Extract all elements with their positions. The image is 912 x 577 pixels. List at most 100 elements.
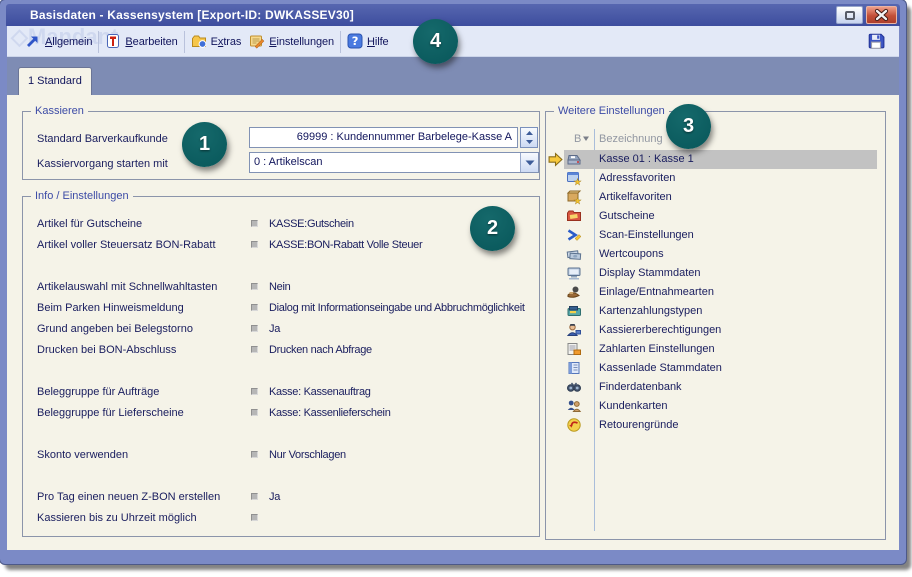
info-row-group: Skonto verwendenNur Vorschlagen [37,444,531,465]
callout-2: 2 [470,206,515,251]
bullet-icon [251,304,258,311]
callout-4: 4 [413,19,458,64]
list-item-label: Scan-Einstellungen [599,226,694,245]
list-item[interactable]: ★Adressfavoriten [564,169,877,188]
tab-bar: 1 Standard [7,57,899,95]
spinner-arrows-icon [525,130,534,145]
close-button[interactable] [866,6,897,24]
window-body: ◇Mandant AllgemeinBearbeitenExtrasEinste… [7,26,899,550]
cashier-permissions-icon [566,322,582,338]
dropdown-button[interactable] [520,153,538,172]
info-row: Kassieren bis zu Uhrzeit möglich [37,507,531,528]
list-item[interactable]: Display Stammdaten [564,264,877,283]
column-header-bezeichnung[interactable]: Bezeichnung [599,133,663,145]
list-item[interactable]: Kassiererberechtigungen [564,321,877,340]
field-label: Standard Barverkaufkunde [37,133,168,145]
list-item[interactable]: Kundenkarten [564,397,877,416]
column-header-b[interactable]: B [574,133,590,145]
address-favorites-icon: ★ [566,170,582,186]
app-window: Basisdaten - Kassensystem [Export-ID: DW… [0,0,906,564]
toolbar-button-extras[interactable]: Extras [187,30,246,54]
list-item[interactable]: ★ Artikelfavoriten [564,188,877,207]
list-item-label: Einlage/Entnahmearten [599,283,714,302]
bullet-icon [251,241,258,248]
standard-barverkaufkunde-input[interactable]: 69999 : Kundennummer Barbelege-Kasse A [249,127,518,148]
settings-note-icon [249,33,265,52]
list-item[interactable]: Kartenzahlungstypen [564,302,877,321]
folder-icon [191,33,207,52]
list-item[interactable]: Zahlarten Einstellungen [564,340,877,359]
list-item-label: Gutscheine [599,207,655,226]
bullet-icon [251,409,258,416]
window-title: Basisdaten - Kassensystem [Export-ID: DW… [30,8,354,22]
info-label: Pro Tag einen neuen Z-BON erstellen [37,491,251,503]
field-label: Kassiervorgang starten mit [37,158,168,170]
info-row: Artikel für GutscheineKASSE:Gutschein [37,213,531,234]
list-item-label: Artikelfavoriten [599,188,672,207]
toolbar-button-label: Allgemein [45,36,92,48]
scan-icon [566,227,582,243]
info-label: Artikel voller Steuersatz BON-Rabatt [37,239,251,251]
list-item[interactable]: Scan-Einstellungen [564,226,877,245]
list-item[interactable]: Finderdatenbank [564,378,877,397]
toolbar-button-einstellungen[interactable]: Einstellungen [245,30,338,54]
sort-icon [582,135,590,142]
group-kassieren-title: Kassieren [31,104,88,119]
info-row: Artikel voller Steuersatz BON-RabattKASS… [37,234,531,255]
list-item-label: Finderdatenbank [599,378,682,397]
bullet-icon [251,493,258,500]
bullet-icon [251,220,258,227]
spinner-control[interactable] [520,127,538,148]
save-icon[interactable] [867,32,885,50]
toolbar-button-hilfe[interactable]: ?Hilfe [343,30,393,54]
toolbar-button-allgemein[interactable]: Allgemein [21,30,96,54]
bullet-icon [251,388,258,395]
returns-icon [566,417,582,433]
info-value: Kasse: Kassenauftrag [269,386,371,398]
info-row-group: Beleggruppe für AufträgeKasse: Kassenauf… [37,381,531,423]
list-item[interactable]: Kassenlade Stammdaten [564,359,877,378]
toolbar-separator [98,31,99,53]
list-item-label: Kasse 01 : Kasse 1 [599,150,694,169]
toolbar-button-bearbeiten[interactable]: Bearbeiten [101,30,181,54]
info-value: Drucken nach Abfrage [269,344,372,356]
bullet-icon [251,346,258,353]
cash-register-icon [566,151,582,167]
info-row: Beleggruppe für LieferscheineKasse: Kass… [37,402,531,423]
info-row: Artikelauswahl mit Schnellwahltasten Nein [37,276,531,297]
list-item[interactable]: Retourengründe [564,416,877,435]
bullet-icon [251,283,258,290]
edit-hammer-icon [105,33,121,52]
customer-cards-icon [566,398,582,414]
info-row-group: Artikelauswahl mit Schnellwahltasten Nein… [37,276,531,360]
info-value: Dialog mit Informationseingabe und Abbru… [269,302,525,314]
list-item[interactable]: Einlage/Entnahmearten [564,283,877,302]
toolbar-button-label: Extras [211,36,242,48]
info-row: Skonto verwendenNur Vorschlagen [37,444,531,465]
minimize-button[interactable] [836,6,863,24]
list-item-label: Kassenlade Stammdaten [599,359,722,378]
list-item[interactable]: Gutscheine [564,207,877,226]
svg-text:★: ★ [573,197,581,205]
group-info-einstellungen: Info / Einstellungen Artikel für Gutsche… [22,196,540,537]
list-item[interactable]: Wertcoupons [564,245,877,264]
kassiervorgang-dropdown[interactable]: 0 : Artikelscan [249,152,539,173]
chevron-down-icon [525,160,535,166]
info-label: Grund angeben bei Belegstorno [37,323,251,335]
card-payment-icon [566,303,582,319]
callout-3: 3 [666,104,711,149]
list-item-label: Wertcoupons [599,245,664,264]
row-marker-icon [548,152,563,167]
list-item[interactable]: Kasse 01 : Kasse 1 [564,150,877,169]
info-label: Artikel für Gutscheine [37,218,251,230]
callout-1: 1 [182,122,227,167]
cash-drawer-icon [566,360,582,376]
title-bar[interactable]: Basisdaten - Kassensystem [Export-ID: DW… [6,4,900,26]
info-label: Drucken bei BON-Abschluss [37,344,251,356]
toolbar-button-label: Einstellungen [269,36,334,48]
info-value: Nein [269,281,290,293]
tab-standard[interactable]: 1 Standard [18,67,92,95]
screen: Basisdaten - Kassensystem [Export-ID: DW… [0,0,912,577]
info-label: Artikelauswahl mit Schnellwahltasten [37,281,251,293]
arrow-up-right-icon [25,33,41,52]
